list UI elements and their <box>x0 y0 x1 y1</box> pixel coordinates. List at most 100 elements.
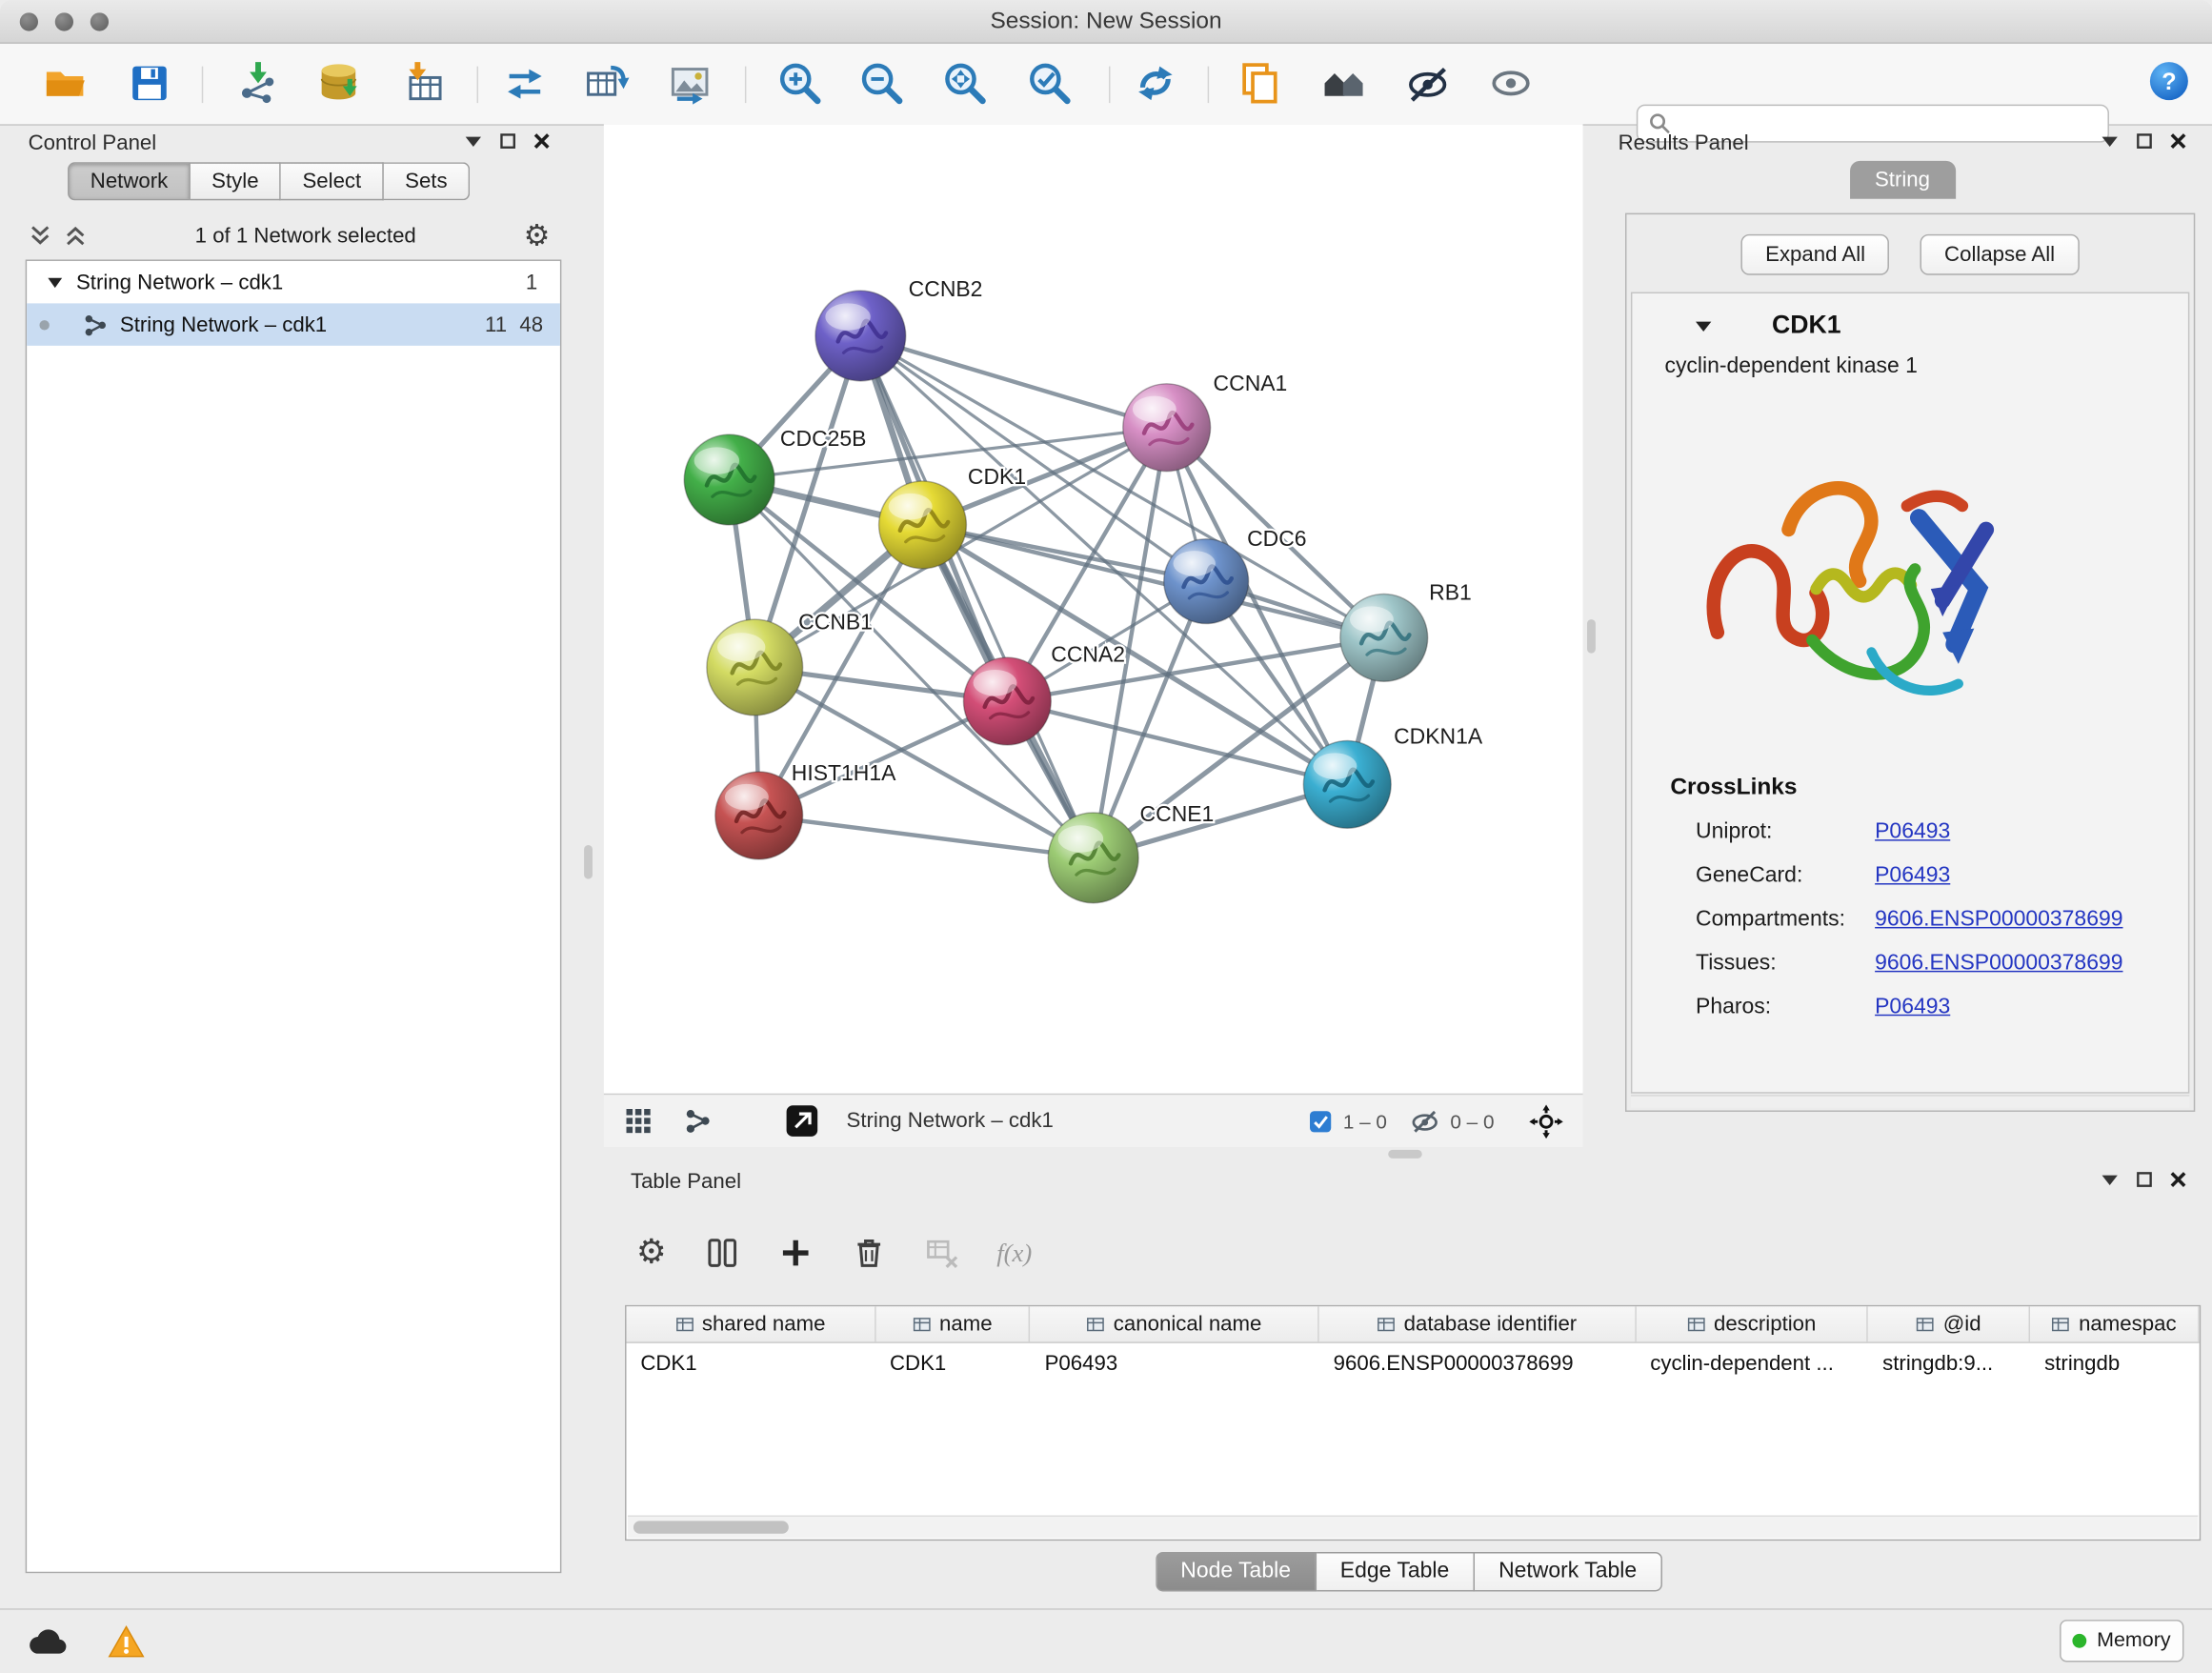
panel-menu-icon[interactable] <box>2101 1173 2119 1187</box>
table-cell[interactable]: cyclin-dependent ... <box>1636 1351 1868 1375</box>
tree-expander-icon[interactable] <box>47 276 64 289</box>
tab-network-table[interactable]: Network Table <box>1475 1552 1662 1591</box>
table-cell[interactable]: stringdb:9... <box>1868 1351 2030 1375</box>
table-cell[interactable]: CDK1 <box>627 1351 876 1375</box>
tab-network[interactable]: Network <box>68 162 191 200</box>
tab-edge-table[interactable]: Edge Table <box>1317 1552 1475 1591</box>
crosslink-link[interactable]: P06493 <box>1875 994 1950 1019</box>
scrollbar-thumb[interactable] <box>633 1521 789 1533</box>
transfer-network-button[interactable] <box>501 59 549 107</box>
refresh-view-button[interactable] <box>1132 59 1179 107</box>
splitter-handle[interactable] <box>584 845 593 879</box>
crosslink-link[interactable]: P06493 <box>1875 863 1950 889</box>
copy-document-button[interactable] <box>1236 59 1283 107</box>
save-session-button[interactable] <box>126 59 173 107</box>
network-row-selected[interactable]: String Network – cdk1 11 48 <box>27 303 560 345</box>
selected-checkbox-icon[interactable] <box>1309 1110 1332 1133</box>
zoom-selected-button[interactable] <box>1026 59 1074 107</box>
panel-menu-icon[interactable] <box>464 134 482 149</box>
close-panel-icon[interactable] <box>2170 132 2187 150</box>
tab-node-table[interactable]: Node Table <box>1156 1552 1317 1591</box>
export-image-button[interactable] <box>666 59 714 107</box>
float-panel-icon[interactable] <box>2136 1171 2153 1188</box>
show-columns-icon[interactable] <box>703 1235 740 1272</box>
hide-elements-button[interactable] <box>1403 59 1451 107</box>
crosslink-link[interactable]: P06493 <box>1875 819 1950 845</box>
network-options-gear-icon[interactable]: ⚙ <box>524 221 551 251</box>
network-node-CCNB2[interactable] <box>815 291 906 381</box>
network-edge[interactable] <box>923 525 1384 637</box>
tab-select[interactable]: Select <box>281 162 384 200</box>
tab-style[interactable]: Style <box>191 162 281 200</box>
memory-button[interactable]: Memory <box>2060 1620 2183 1662</box>
network-collection-row[interactable]: String Network – cdk1 1 <box>27 261 560 303</box>
collapse-all-icon[interactable] <box>29 224 52 247</box>
grid-view-icon[interactable] <box>625 1108 652 1135</box>
table-options-gear-icon[interactable]: ⚙ <box>636 1236 667 1270</box>
network-node-CCNE1[interactable] <box>1048 813 1138 903</box>
float-panel-icon[interactable] <box>2136 132 2153 150</box>
splitter-handle[interactable] <box>1587 619 1596 654</box>
network-node-RB1[interactable] <box>1340 594 1428 681</box>
network-node-CDKN1A[interactable] <box>1303 740 1391 828</box>
network-node-HIST1H1A[interactable] <box>715 772 803 859</box>
network-node-CDK1[interactable] <box>879 481 967 569</box>
results-scrollbar[interactable] <box>1631 1095 2189 1107</box>
network-node-CCNA2[interactable] <box>963 657 1051 745</box>
warnings-button[interactable] <box>99 1620 152 1662</box>
tab-string[interactable]: String <box>1849 161 1955 199</box>
network-graph[interactable]: CCNB2CCNA1CDC25BCDK1CDC6RB1CCNB1CCNA2CDK… <box>604 124 1583 1093</box>
expand-all-icon[interactable] <box>64 224 88 247</box>
import-table-file-button[interactable] <box>399 59 447 107</box>
splitter-handle[interactable] <box>1388 1150 1422 1159</box>
add-column-icon[interactable] <box>776 1235 814 1272</box>
network-edge[interactable] <box>759 816 1094 857</box>
network-node-CCNB1[interactable] <box>707 619 803 716</box>
column-header-canonical-name[interactable]: canonical name <box>1031 1306 1319 1341</box>
birdseye-toggle-icon[interactable] <box>786 1105 818 1138</box>
column-header--id[interactable]: @id <box>1868 1306 2030 1341</box>
table-cell[interactable]: P06493 <box>1031 1351 1319 1375</box>
function-builder-button[interactable]: f(x) <box>996 1238 1032 1267</box>
zoom-fit-button[interactable] <box>941 59 989 107</box>
network-node-CDC25B[interactable] <box>684 434 774 525</box>
network-share-icon[interactable] <box>684 1108 711 1135</box>
show-elements-button[interactable] <box>1487 59 1535 107</box>
table-row[interactable]: CDK1CDK1P064939606.ENSP00000378699cyclin… <box>627 1343 2200 1382</box>
import-network-database-button[interactable] <box>314 59 362 107</box>
cloud-status-button[interactable] <box>20 1620 73 1662</box>
column-header-namespac[interactable]: namespac <box>2030 1306 2199 1341</box>
tab-sets[interactable]: Sets <box>384 162 470 200</box>
export-table-button[interactable] <box>583 59 631 107</box>
pan-crosshair-icon[interactable] <box>1529 1104 1563 1139</box>
zoom-in-button[interactable] <box>775 59 823 107</box>
table-hscrollbar[interactable] <box>628 1515 2198 1538</box>
zoom-out-button[interactable] <box>857 59 905 107</box>
column-header-description[interactable]: description <box>1636 1306 1868 1341</box>
table-cell[interactable]: stringdb <box>2030 1351 2199 1375</box>
expand-all-button[interactable]: Expand All <box>1741 234 1889 275</box>
import-network-file-button[interactable] <box>232 59 280 107</box>
open-session-button[interactable] <box>41 59 89 107</box>
table-cell[interactable]: CDK1 <box>875 1351 1031 1375</box>
network-canvas[interactable]: CCNB2CCNA1CDC25BCDK1CDC6RB1CCNB1CCNA2CDK… <box>604 124 1583 1093</box>
column-header-name[interactable]: name <box>875 1306 1031 1341</box>
crosslink-link[interactable]: 9606.ENSP00000378699 <box>1875 906 2122 932</box>
gene-expander-icon[interactable] <box>1695 318 1713 333</box>
hidden-eye-slash-icon[interactable] <box>1411 1108 1439 1134</box>
column-header-database-identifier[interactable]: database identifier <box>1319 1306 1637 1341</box>
float-panel-icon[interactable] <box>499 132 516 150</box>
crosslink-link[interactable]: 9606.ENSP00000378699 <box>1875 950 2122 976</box>
column-header-shared-name[interactable]: shared name <box>627 1306 876 1341</box>
panel-menu-icon[interactable] <box>2101 134 2119 149</box>
network-edge[interactable] <box>860 335 1166 427</box>
table-cell[interactable]: 9606.ENSP00000378699 <box>1319 1351 1637 1375</box>
help-button[interactable]: ? <box>2144 56 2192 104</box>
network-node-CCNA1[interactable] <box>1123 384 1211 472</box>
close-panel-icon[interactable] <box>2170 1171 2187 1188</box>
network-node-CDC6[interactable] <box>1164 539 1249 624</box>
collapse-all-button[interactable]: Collapse All <box>1920 234 2079 275</box>
close-panel-icon[interactable] <box>533 132 551 150</box>
home-button[interactable] <box>1320 59 1368 107</box>
delete-column-icon[interactable] <box>850 1235 887 1272</box>
